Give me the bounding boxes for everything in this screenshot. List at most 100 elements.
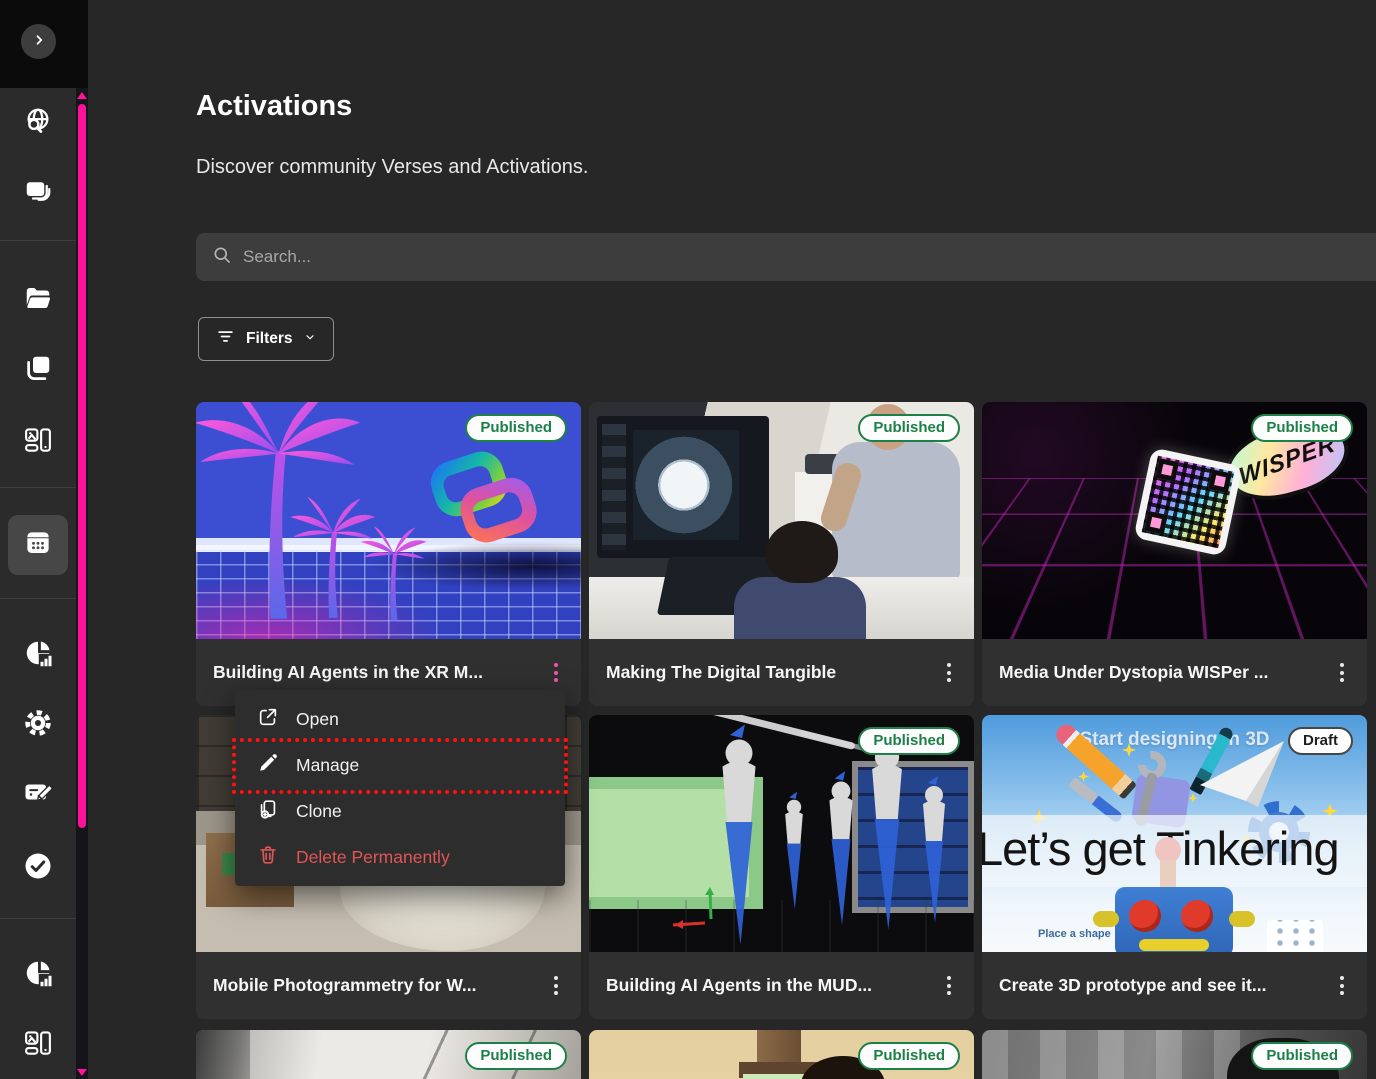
menu-item-open[interactable]: Open [235, 696, 565, 742]
status-badge: Published [858, 414, 960, 442]
card-title-bar: Mobile Photogrammetry for W... [196, 952, 581, 1019]
card-building-ai-agents-mud[interactable]: Published Building AI Agents in the MUD.… [589, 715, 974, 1019]
menu-item-label: Manage [296, 755, 359, 776]
card-title-bar: Media Under Dystopia WISPer ... [982, 639, 1367, 706]
qr-sticker [1133, 447, 1242, 556]
monitor-shape [597, 416, 769, 558]
sidebar-item-analytics-2[interactable] [0, 958, 76, 993]
card-thumbnail: Published [589, 715, 974, 952]
status-badge: Published [465, 414, 567, 442]
filters-button-label: Filters [246, 330, 293, 348]
sidebar-expand-button[interactable] [21, 24, 56, 59]
status-badge: Published [1251, 414, 1353, 442]
sidebar-item-activations-selected[interactable] [8, 515, 68, 575]
card-title: Media Under Dystopia WISPer ... [999, 662, 1327, 683]
status-badge: Published [1251, 1042, 1353, 1070]
card-thumbnail: WISPER Published [982, 402, 1367, 639]
card-row3-3[interactable]: Published [982, 1030, 1367, 1079]
scrollbar-up-arrow[interactable] [77, 92, 87, 99]
card-create-3d-prototype[interactable]: Start designing in 3D [982, 715, 1367, 1019]
sidebar-divider [0, 240, 76, 241]
filter-lines-icon [216, 327, 235, 351]
copy-plus-icon [257, 798, 279, 825]
card-building-ai-agents-xr[interactable]: Published Building AI Agents in the XR M… [196, 402, 581, 706]
sidebar-item-analytics[interactable] [0, 638, 76, 673]
card-context-menu: Open Manage Clone [235, 690, 565, 886]
sidebar-item-collections[interactable] [0, 176, 76, 211]
filters-button[interactable]: Filters [198, 317, 334, 361]
card-title: Mobile Photogrammetry for W... [213, 975, 541, 996]
status-badge-draft: Draft [1288, 727, 1353, 755]
page-title: Activations [196, 90, 352, 123]
chevron-right-icon [30, 31, 48, 52]
card-title-bar: Create 3D prototype and see it... [982, 952, 1367, 1019]
menu-item-label: Clone [296, 801, 342, 822]
copy-pages-icon [23, 353, 53, 388]
card-title: Making The Digital Tangible [606, 662, 934, 683]
sidebar-item-discover[interactable] [0, 106, 76, 141]
card-menu-button[interactable] [1327, 968, 1357, 1004]
card-row3-2[interactable]: Published [589, 1030, 974, 1079]
tinkercad-bottom-caption: Place a shape [1038, 928, 1111, 940]
card-thumbnail: Published [589, 1030, 974, 1079]
menu-item-label: Open [296, 709, 339, 730]
card-thumbnail: Published [982, 1030, 1367, 1079]
card-title-bar: Building AI Agents in the MUD... [589, 952, 974, 1019]
card-edit-icon [23, 777, 53, 812]
sidebar-item-content-editor[interactable] [0, 777, 76, 812]
status-badge: Published [465, 1042, 567, 1070]
status-badge: Published [858, 727, 960, 755]
scrollbar-down-arrow[interactable] [77, 1069, 87, 1076]
card-menu-button-active[interactable] [541, 655, 571, 691]
sidebar-item-approvals[interactable] [0, 851, 76, 886]
layer-stack-icon [23, 176, 53, 211]
calendar-grid-icon [23, 528, 53, 563]
check-circle-icon [23, 851, 53, 886]
trash-icon [257, 844, 279, 871]
folder-open-icon [23, 283, 53, 318]
card-menu-button[interactable] [541, 968, 571, 1004]
copilot-logo [424, 444, 546, 564]
card-menu-button[interactable] [934, 655, 964, 691]
card-title: Create 3D prototype and see it... [999, 975, 1327, 996]
card-row3-1[interactable]: Published [196, 1030, 581, 1079]
media-device-icon [23, 425, 53, 460]
card-menu-button[interactable] [934, 968, 964, 1004]
sidebar-rail [0, 88, 76, 1079]
sidebar-header [0, 0, 88, 88]
card-menu-button[interactable] [1327, 655, 1357, 691]
sidebar-item-templates[interactable] [0, 353, 76, 388]
scrollbar-thumb[interactable] [78, 104, 86, 828]
sidebar-item-settings[interactable] [0, 708, 76, 743]
menu-item-delete-permanently[interactable]: Delete Permanently [235, 834, 565, 880]
media-device-icon [23, 1028, 53, 1063]
search-bar[interactable] [196, 233, 1376, 281]
search-input[interactable] [243, 247, 1376, 267]
menu-item-clone[interactable]: Clone [235, 788, 565, 834]
pencil-icon [257, 752, 279, 779]
sparkle-decoration [1188, 793, 1198, 803]
card-media-under-dystopia[interactable]: WISPER Published Media Under Dystopia WI… [982, 402, 1367, 706]
search-icon [212, 245, 232, 270]
sidebar-scrollbar[interactable] [76, 88, 88, 1079]
card-thumbnail: Start designing in 3D [982, 715, 1367, 952]
sidebar-item-files[interactable] [0, 283, 76, 318]
sidebar-item-media-devices[interactable] [0, 425, 76, 460]
card-making-digital-tangible[interactable]: Published Making The Digital Tangible [589, 402, 974, 706]
open-external-icon [257, 706, 279, 733]
card-thumbnail: Published [196, 402, 581, 639]
card-title-bar: Making The Digital Tangible [589, 639, 974, 706]
sidebar-item-media-devices-2[interactable] [0, 1028, 76, 1063]
main-content: Activations Discover community Verses an… [88, 0, 1376, 1079]
shapes-panel [1267, 920, 1323, 952]
menu-item-label: Delete Permanently [296, 847, 450, 868]
sidebar-divider [0, 918, 76, 919]
card-thumbnail: Published [589, 402, 974, 639]
sidebar-divider [0, 487, 76, 488]
card-title: Building AI Agents in the MUD... [606, 975, 934, 996]
gear-icon [23, 708, 53, 743]
card-title: Building AI Agents in the XR M... [213, 662, 541, 683]
menu-item-manage[interactable]: Manage [235, 742, 565, 788]
globe-search-icon [23, 106, 53, 141]
sidebar [0, 0, 88, 1079]
